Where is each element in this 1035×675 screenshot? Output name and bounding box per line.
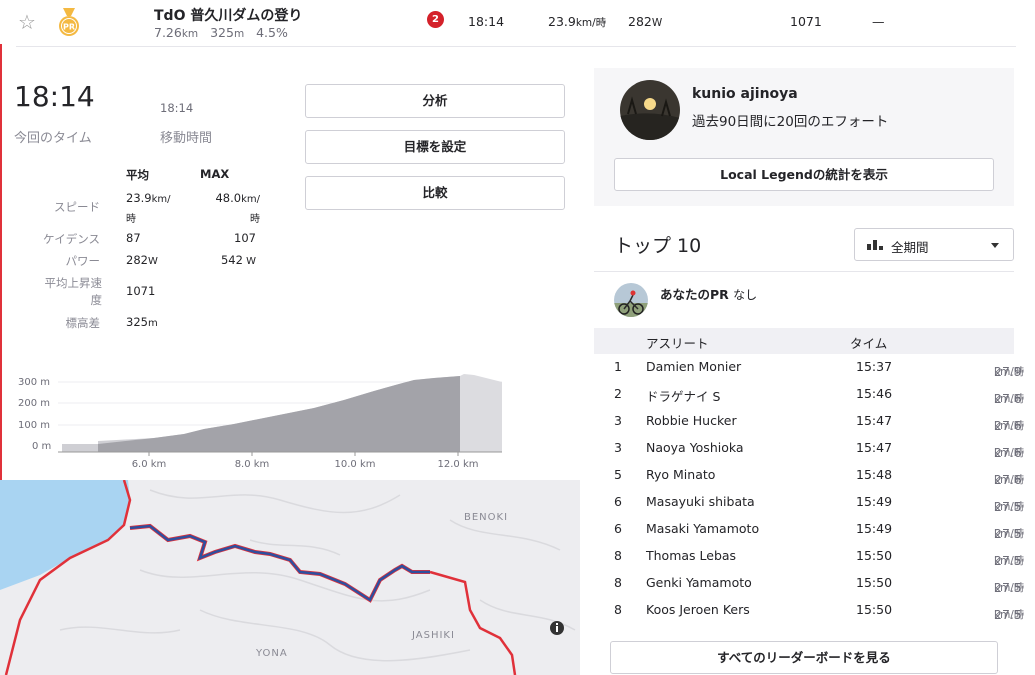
local-legend-avatar[interactable]	[620, 80, 680, 140]
local-legend-name[interactable]: kunio ajinoya	[692, 86, 798, 102]
table-row: 6 Masayuki shibata 15:49 27.5 km/時	[614, 494, 1025, 514]
effort-link[interactable]: 15:37	[856, 359, 892, 374]
elevation-profile[interactable]: 300 m 200 m 100 m 0 m 6.0 km 8.0 km 10.0…	[14, 366, 514, 478]
athlete-link[interactable]: Koos Jeroen Kers	[646, 602, 750, 617]
elev-x-tick: 10.0 km	[335, 459, 376, 470]
effort-link[interactable]: 15:50	[856, 602, 892, 617]
period-filter-select[interactable]: 全期間	[854, 228, 1014, 261]
map-label-yona: YONA	[255, 648, 288, 659]
elev-x-tick: 8.0 km	[235, 459, 270, 470]
top-speed: 23.9km/時	[548, 14, 607, 29]
leaderboard-divider	[594, 271, 1014, 272]
elev-x-tick: 6.0 km	[132, 459, 167, 470]
effort-link[interactable]: 15:46	[856, 386, 892, 401]
col-athlete: アスリート	[646, 336, 709, 351]
top-time: 18:14	[468, 14, 505, 29]
my-avatar[interactable]	[614, 283, 648, 317]
effort-link[interactable]: 15:50	[856, 575, 892, 590]
star-icon[interactable]: ☆	[18, 10, 36, 34]
analyze-button[interactable]: 分析	[305, 84, 565, 118]
elev-y-tick: 100 m	[18, 420, 50, 431]
elev-x-tick: 12.0 km	[438, 459, 479, 470]
stats-avg-elevation: 325m	[126, 315, 158, 329]
table-row: 8 Thomas Lebas 15:50 27.5 km/時	[614, 548, 1025, 568]
stats-avg-power: 282W	[126, 253, 158, 267]
stats-label-speed: スピード	[54, 200, 100, 214]
leaderboard-title: トップ 10	[614, 235, 702, 257]
effort-link[interactable]: 15:47	[856, 440, 892, 455]
table-row: 5 Ryo Minato 15:48 27.6 km/時	[614, 467, 1025, 487]
athlete-link[interactable]: Damien Monier	[646, 359, 741, 374]
athlete-link[interactable]: Ryo Minato	[646, 467, 715, 482]
stats-label-cadence: ケイデンス	[42, 232, 100, 246]
stats-avg-vam: 1071	[126, 284, 156, 298]
col-time: タイム	[850, 336, 888, 351]
segment-summary: 7.26km 325m 4.5%	[154, 25, 288, 40]
athlete-link[interactable]: ドラゲナイ S	[646, 386, 720, 405]
view-all-leaderboards-button[interactable]: すべてのリーダーボードを見る	[610, 641, 998, 674]
effort-link[interactable]: 15:49	[856, 494, 892, 509]
chevron-down-icon	[991, 243, 999, 248]
elev-area-segment	[98, 376, 460, 452]
table-row: 6 Masaki Yamamoto 15:49 27.5 km/時	[614, 521, 1025, 541]
table-row: 8 Koos Jeroen Kers 15:50 27.5 km/時	[614, 602, 1025, 622]
effort-link[interactable]: 15:50	[856, 548, 892, 563]
stats-max-cadence: 107	[234, 231, 256, 245]
elev-y-tick: 0 m	[32, 441, 51, 452]
effort-link[interactable]: 15:49	[856, 521, 892, 536]
elev-y-tick: 300 m	[18, 377, 50, 388]
top-divider	[16, 46, 1016, 47]
table-row: 8 Genki Yamamoto 15:50 27.5 km/時	[614, 575, 1025, 595]
stats-max-power: 542 W	[220, 253, 256, 267]
athlete-link[interactable]: Thomas Lebas	[646, 548, 736, 563]
elev-y-tick: 200 m	[18, 398, 50, 409]
effort-link[interactable]: 15:48	[856, 467, 892, 482]
set-goal-button[interactable]: 目標を設定	[305, 130, 565, 164]
segment-name[interactable]: TdO 普久川ダムの登り	[154, 5, 302, 25]
effort-time: 18:14	[14, 80, 95, 113]
athlete-link[interactable]: Masayuki shibata	[646, 494, 755, 509]
local-legend-subtitle: 過去90日間に20回のエフォート	[692, 114, 889, 130]
stats-avg-cadence: 87	[126, 231, 141, 245]
stats-avg-speed: 23.9km/時	[126, 191, 171, 225]
top-vam: 1071	[790, 14, 822, 29]
compare-button[interactable]: 比較	[305, 176, 565, 210]
effort-time-label: 今回のタイム	[14, 131, 92, 146]
effort-link[interactable]: 15:47	[856, 413, 892, 428]
my-pr: あなたのPR なし	[660, 287, 758, 302]
athlete-link[interactable]: Masaki Yamamoto	[646, 521, 759, 536]
moving-time: 18:14	[160, 101, 194, 115]
pr-medal-icon: PR	[56, 8, 82, 38]
stats-label-vam: 平均上昇速度	[44, 276, 103, 307]
table-row: 2 ドラゲナイ S 15:46 27.6 km/時	[614, 386, 1025, 406]
athlete-link[interactable]: Genki Yamamoto	[646, 575, 752, 590]
period-filter-value: 全期間	[891, 240, 929, 255]
stats-col-max: MAX	[200, 167, 230, 181]
top-power: 282W	[628, 14, 663, 29]
elev-area-post	[460, 374, 502, 452]
table-row: 3 Robbie Hucker 15:47 27.6 km/時	[614, 413, 1025, 433]
info-icon[interactable]	[550, 621, 564, 635]
leaderboard-header: アスリート タイム	[594, 328, 1014, 354]
map-label-benoki: BENOKI	[464, 512, 508, 523]
medal-text: PR	[63, 23, 75, 32]
rank-badge: 2	[427, 11, 444, 28]
segment-map[interactable]: BENOKI JASHIKI YONA	[0, 479, 580, 675]
athlete-link[interactable]: Robbie Hucker	[646, 413, 737, 428]
map-label-jashiki: JASHIKI	[411, 630, 455, 641]
local-legend-stats-button[interactable]: Local Legendの統計を表示	[614, 158, 994, 191]
stats-max-speed: 48.0km/時	[215, 191, 260, 225]
stats-label-elevation: 標高差	[65, 316, 101, 330]
top-dash: —	[872, 14, 885, 29]
table-row: 3 Naoya Yoshioka 15:47 27.6 km/時	[614, 440, 1025, 460]
stats-col-avg: 平均	[126, 168, 149, 182]
bar-chart-icon	[867, 240, 883, 250]
athlete-link[interactable]: Naoya Yoshioka	[646, 440, 744, 455]
moving-time-label: 移動時間	[160, 131, 213, 146]
table-row: 1 Damien Monier 15:37 27.9 km/時	[614, 359, 1025, 379]
stats-label-power: パワー	[65, 254, 101, 268]
